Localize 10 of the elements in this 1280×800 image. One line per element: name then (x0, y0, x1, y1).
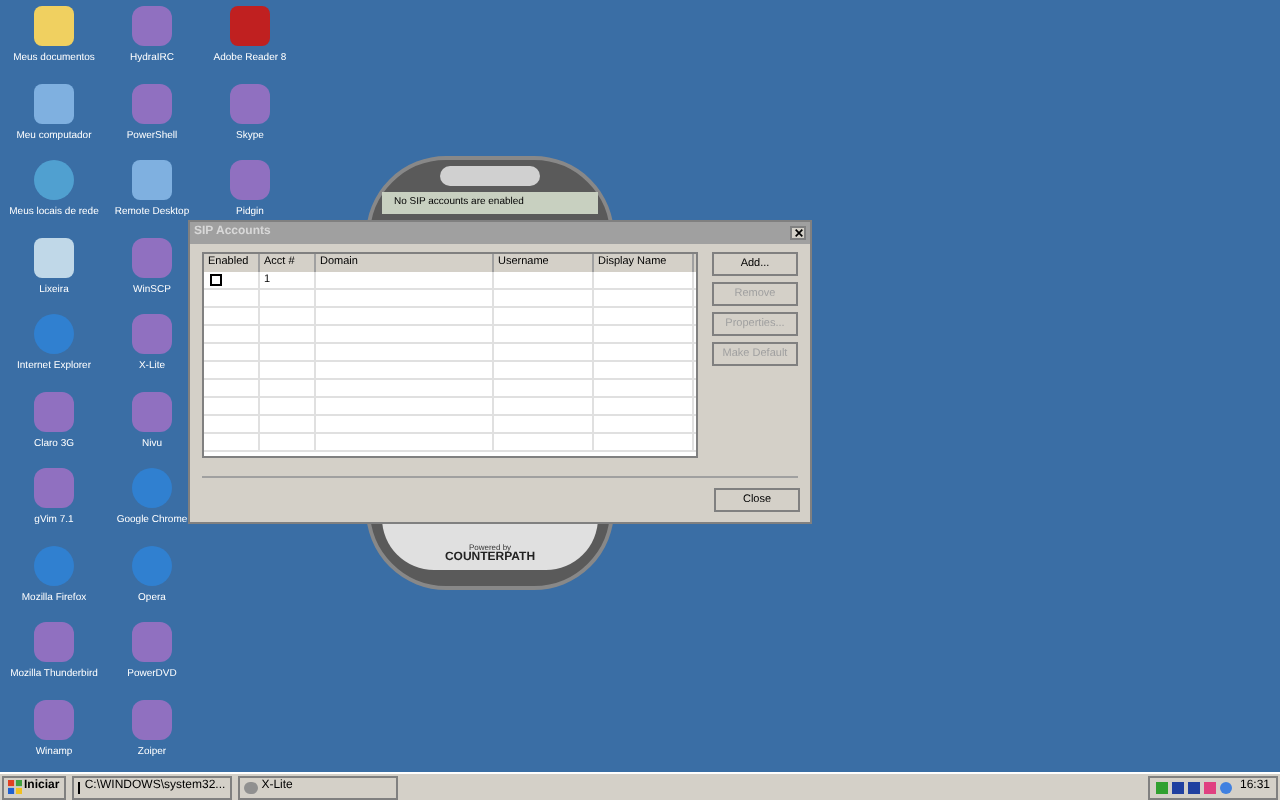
phone-top-buttons[interactable] (440, 166, 540, 186)
app-icon[interactable] (34, 237, 74, 277)
windows-logo-icon (8, 780, 22, 794)
enabled-checkbox[interactable] (210, 274, 222, 286)
app-icon[interactable] (34, 6, 74, 46)
close-icon[interactable] (790, 226, 806, 240)
app-icon[interactable] (34, 83, 74, 123)
app-icon[interactable] (34, 160, 74, 200)
app-icon[interactable] (132, 160, 172, 200)
phone-icon (243, 781, 258, 793)
